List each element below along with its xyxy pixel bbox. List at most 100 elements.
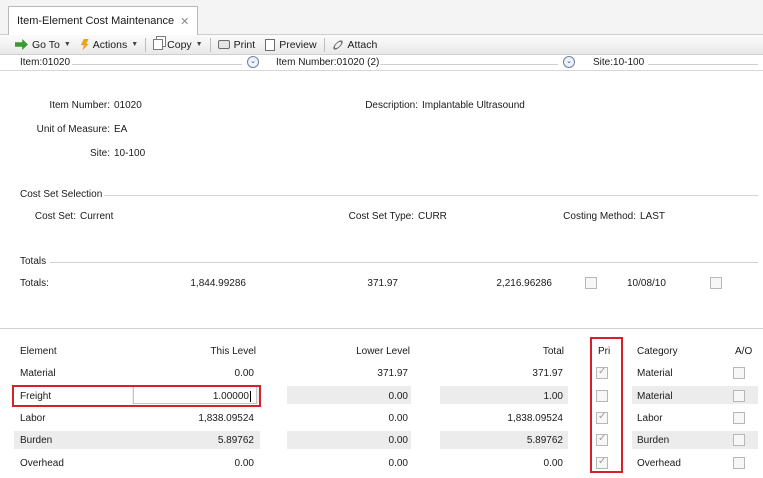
attach-button[interactable]: Attach [327,35,383,55]
selector-line [648,64,758,65]
toolbar-separator [323,37,325,52]
row-element: Burden [20,435,53,446]
dropdown-arrow-icon: ▼ [131,41,139,48]
goto-label: Go To [32,38,60,51]
cost-set-section-title: Cost Set Selection [20,189,103,200]
toolbar: Go To ▼ Actions ▼ Copy ▼ Print Preview A… [0,35,763,55]
row-element: Labor [20,413,46,424]
cost-set-type-label: Cost Set Type: [348,211,414,222]
row-element: Overhead [20,458,64,469]
row-lower-level: 371.97 [377,368,408,379]
chevron-down-icon[interactable]: ⌄ [247,56,259,68]
row-this-level: 5.89762 [217,435,254,446]
row-ao-checkbox[interactable] [733,390,745,402]
col-header-lower-level: Lower Level [356,346,410,357]
totals-total: 2,216.96286 [496,278,552,289]
preview-icon [265,38,276,51]
row-category: Overhead [637,458,681,469]
cost-set-type-value: CURR [418,211,447,222]
description-label: Description: [365,100,418,111]
row-total: 371.97 [532,368,563,379]
col-header-total: Total [542,346,564,357]
actions-button[interactable]: Actions ▼ [76,35,143,55]
col-header-element: Element [20,346,57,357]
selector-line [380,64,558,65]
goto-button[interactable]: Go To ▼ [10,35,76,55]
site-value: 10-100 [114,148,146,159]
row-total: 1.00 [543,391,563,402]
selector-row: Item:01020 ⌄ Item Number:01020 (2) ⌄ Sit… [0,55,763,71]
actions-label: Actions [92,38,128,51]
row-lower-level: 0.00 [388,435,408,446]
toolbar-separator [209,37,211,52]
row-lower-level: 0.00 [388,413,408,424]
totals-ao-checkbox[interactable] [710,277,722,289]
lightning-icon [80,38,89,51]
row-lower-level: 0.00 [388,458,408,469]
row-this-level: 0.00 [234,458,254,469]
preview-label: Preview [279,38,317,51]
costing-method-value: LAST [640,211,666,222]
copy-label: Copy [167,38,192,51]
close-icon[interactable]: ✕ [180,15,189,28]
tab-bar: Item-Element Cost Maintenance ✕ [0,0,763,35]
selector-line [72,64,242,65]
uom-value: EA [114,124,128,135]
row-lower-level: 0.00 [388,391,408,402]
description-value: Implantable Ultrasound [422,100,525,111]
item-number-label: Item Number: [49,100,110,111]
section-divider [104,195,758,196]
item-number-selector-label: Item Number:01020 (2) [276,57,380,68]
row-total: 0.00 [543,458,563,469]
copy-icon [153,39,164,50]
dropdown-arrow-icon: ▼ [63,41,71,48]
totals-pri-checkbox[interactable] [585,277,597,289]
col-header-ao: A/O [735,346,753,357]
costing-method-label: Costing Method: [563,211,636,222]
print-button[interactable]: Print [213,35,261,55]
row-category: Labor [637,413,663,424]
row-category: Burden [637,435,670,446]
row-ao-checkbox[interactable] [733,367,745,379]
tab-item-element-cost-maintenance[interactable]: Item-Element Cost Maintenance ✕ [8,6,199,35]
item-number-value: 01020 [114,100,142,111]
print-label: Print [233,38,256,51]
site-label: Site: [89,148,110,159]
chevron-down-icon[interactable]: ⌄ [563,56,575,68]
uom-label: Unit of Measure: [36,124,110,135]
row-this-level: 0.00 [234,368,254,379]
totals-date: 10/08/10 [627,278,666,289]
col-header-this-level: This Level [210,346,256,357]
goto-arrow-icon [15,39,28,50]
tab-title: Item-Element Cost Maintenance [17,15,175,27]
row-total: 5.89762 [526,435,563,446]
cost-set-label: Cost Set: [34,211,76,222]
paperclip-icon [331,38,344,51]
copy-button[interactable]: Copy ▼ [148,35,207,55]
row-this-level: 1,838.09524 [198,413,254,424]
item-selector-label: Item:01020 [20,57,71,68]
totals-lower-level: 371.97 [367,278,398,289]
col-header-category: Category [637,346,678,357]
totals-this-level: 1,844.99286 [190,278,246,289]
dropdown-arrow-icon: ▼ [195,41,203,48]
printer-icon [217,40,230,49]
freight-row-highlight [12,385,261,407]
row-element: Material [20,368,56,379]
row-ao-checkbox[interactable] [733,412,745,424]
cost-set-value: Current [80,211,114,222]
row-ao-checkbox[interactable] [733,434,745,446]
preview-button[interactable]: Preview [260,35,321,55]
site-selector-label: Site:10-100 [593,57,645,68]
row-total: 1,838.09524 [507,413,563,424]
totals-row-label: Totals: [20,278,49,289]
row-category: Material [637,368,673,379]
section-divider [50,262,758,263]
pri-column-highlight [590,337,623,473]
toolbar-separator [145,37,147,52]
row-ao-checkbox[interactable] [733,457,745,469]
grid-divider [0,328,763,329]
totals-section-title: Totals [20,256,47,267]
row-category: Material [637,391,673,402]
attach-label: Attach [347,38,378,51]
